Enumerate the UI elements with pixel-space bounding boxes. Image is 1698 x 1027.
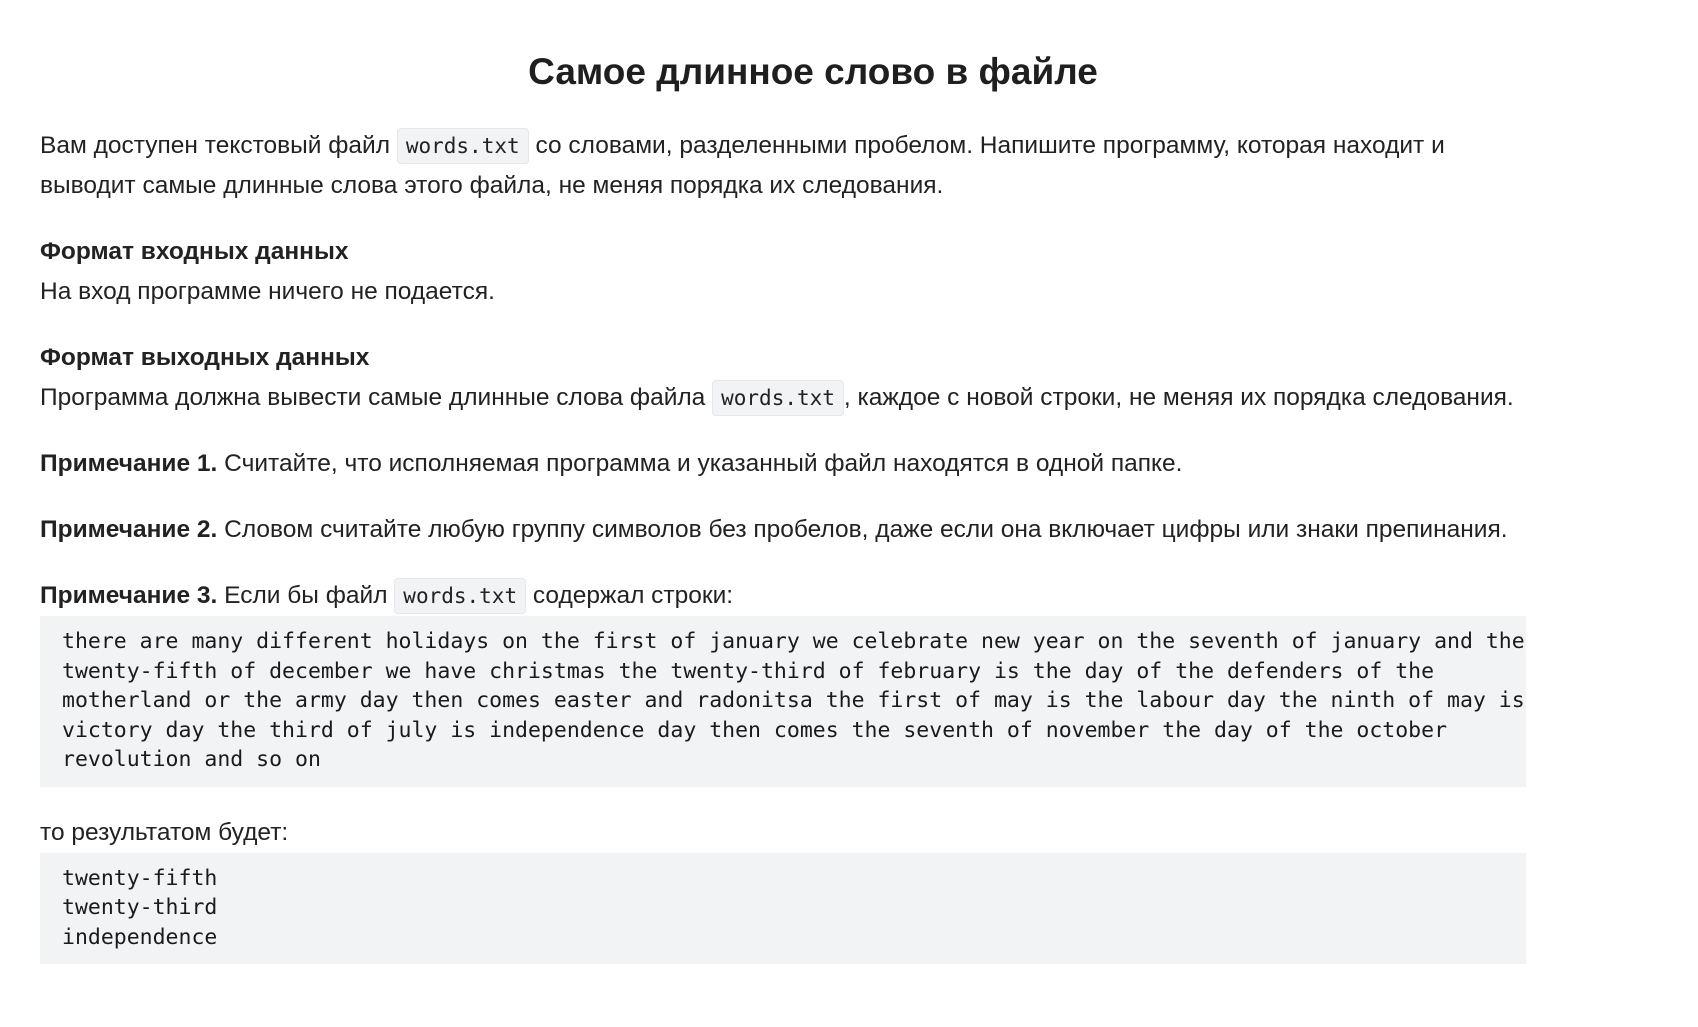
intro-text-before: Вам доступен текстовый файл [40, 132, 397, 159]
page: Самое длинное слово в файле Вам доступен… [0, 0, 1698, 1027]
output-format-text-before: Программа должна вывести самые длинные с… [40, 384, 713, 411]
note-label: Примечание 1. [40, 450, 218, 477]
note-text: Считайте, что исполняемая программа и ук… [217, 450, 1183, 477]
inline-code-filename: words.txt [712, 380, 844, 416]
intro-paragraph: Вам доступен текстовый файл words.txt со… [40, 126, 1526, 206]
input-format-heading: Формат входных данных [40, 238, 349, 265]
input-format-text: На вход программе ничего не подается. [40, 278, 495, 305]
note-1: Примечание 1. Считайте, что исполняемая … [40, 444, 1526, 484]
output-format-heading: Формат выходных данных [40, 344, 370, 371]
example-output-code-block: twenty-fifth twenty-third independence [40, 852, 1526, 964]
note-label: Примечание 2. [40, 516, 218, 543]
example-input-code-block: there are many different holidays on the… [40, 616, 1526, 787]
page-title: Самое длинное слово в файле [528, 51, 1098, 92]
note-label: Примечание 3. [40, 582, 218, 609]
note-text-before: Если бы файл [217, 582, 395, 609]
result-label: то результатом будет: [40, 818, 289, 846]
output-format-text-after: , каждое с новой строки, не меняя их пор… [843, 384, 1514, 411]
note-2: Примечание 2. Словом считайте любую груп… [40, 510, 1526, 550]
note-text: Словом считайте любую группу символов бе… [217, 516, 1508, 543]
output-format-paragraph: Программа должна вывести самые длинные с… [40, 378, 1526, 418]
inline-code-filename: words.txt [394, 578, 527, 614]
inline-code-filename: words.txt [396, 128, 529, 164]
note-3: Примечание 3. Если бы файл words.txt сод… [40, 576, 1526, 616]
note-text-after: содержал строки: [526, 582, 734, 609]
